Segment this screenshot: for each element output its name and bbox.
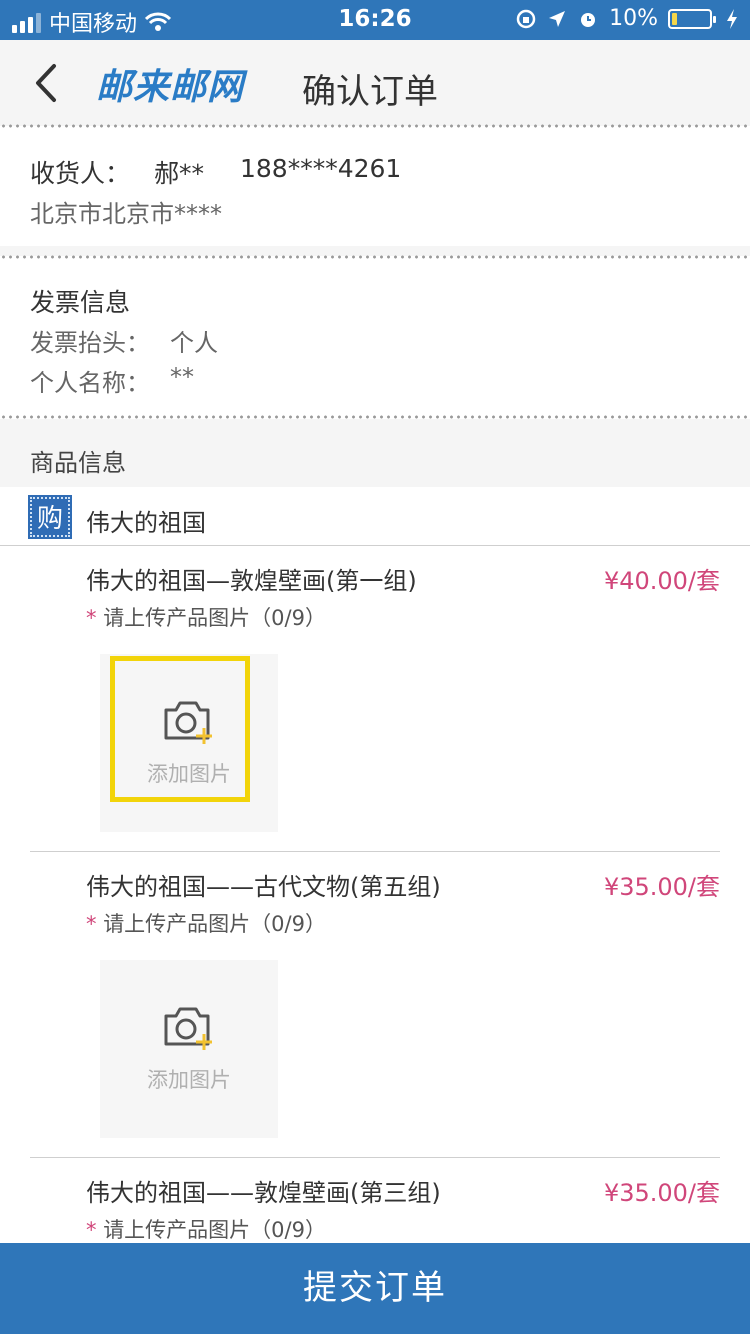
upload-hint-text: 请上传产品图片（0/9） [103,1218,326,1242]
upload-hint: * 请上传产品图片（0/9） [86,1218,326,1242]
upload-hint-text: 请上传产品图片（0/9） [103,912,326,936]
nav-header: 邮来邮网 确认订单 [0,40,750,126]
divider [30,1157,720,1158]
invoice-card[interactable]: 发票信息 发票抬头： 个人 个人名称： ** [0,259,750,415]
invoice-title-label: 发票抬头： [30,329,150,357]
upload-hint-text: 请上传产品图片（0/9） [103,606,326,630]
upload-hint: * 请上传产品图片（0/9） [86,606,326,630]
item-price: ¥35.00/套 [603,1179,720,1207]
divider [30,851,720,852]
address-card[interactable]: 收货人： 郝** 188****4261 北京市北京市**** [0,128,750,246]
receiver-address: 北京市北京市**** [30,200,222,228]
shop-badge-icon: 购 [28,495,72,539]
status-bar: 中国移动 16:26 10% [0,0,750,40]
alarm-icon [581,12,596,27]
camera-add-icon [164,701,212,744]
submit-order-button[interactable]: 提交订单 [0,1243,750,1334]
add-image-button[interactable]: 添加图片 [100,654,278,832]
charging-icon [727,8,737,29]
item-name: 伟大的祖国——敦煌壁画(第三组) [86,1179,441,1207]
page-title: 确认订单 [302,72,438,112]
item-name: 伟大的祖国—敦煌壁画(第一组) [86,567,417,595]
item-price: ¥40.00/套 [603,567,720,595]
orientation-lock-icon [516,9,536,28]
receiver-name: 郝** [154,159,205,188]
camera-add-icon [164,1007,212,1050]
invoice-title-value: 个人 [170,329,218,357]
goods-heading-bar: 商品信息 [0,419,750,487]
brand-logo: 邮来邮网 [96,67,245,108]
location-icon [549,10,566,27]
item-name: 伟大的祖国——古代文物(第五组) [86,873,441,901]
add-image-label: 添加图片 [147,762,231,786]
add-image-label: 添加图片 [147,1068,231,1092]
goods-heading: 商品信息 [30,449,126,477]
receiver-phone: 188****4261 [240,154,402,183]
item-price: ¥35.00/套 [603,873,720,901]
invoice-name-value: ** [170,363,194,391]
receiver-label: 收货人： [30,159,131,188]
battery-icon [668,8,716,29]
divider [0,545,750,546]
back-arrow-icon[interactable] [26,60,70,106]
invoice-heading: 发票信息 [30,288,131,317]
upload-hint: * 请上传产品图片（0/9） [86,912,326,936]
shop-name: 伟大的祖国 [86,509,206,537]
add-image-button[interactable]: 添加图片 [100,960,278,1138]
invoice-name-label: 个人名称： [30,369,150,397]
battery-percent: 10% [609,6,658,31]
